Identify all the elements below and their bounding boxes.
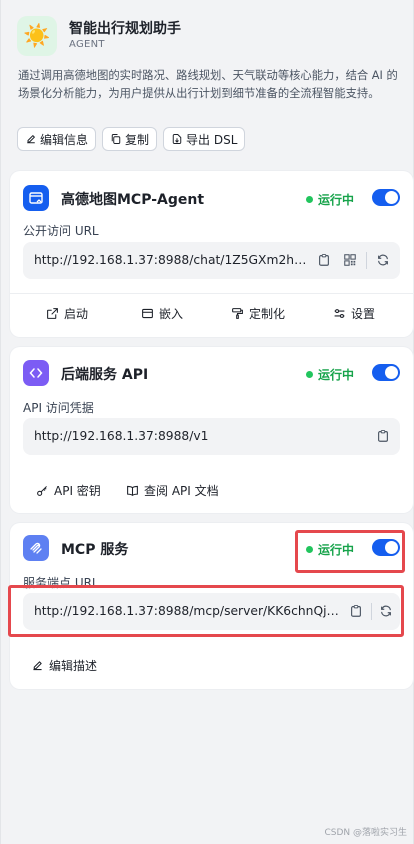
webapp-card-actions: 启动 嵌入 定制化 设置: [10, 305, 413, 325]
edit-description-label: 编辑描述: [49, 659, 98, 673]
webapp-icon: [23, 185, 49, 211]
clipboard-icon[interactable]: [348, 603, 364, 619]
api-card: 后端服务 API 运行中 API 访问凭据 http://192.168.1.3…: [10, 347, 413, 513]
mcp-field-label: 服务端点 URL: [23, 576, 99, 590]
external-link-icon: [47, 308, 58, 319]
api-docs-button[interactable]: 查阅 API 文档: [126, 482, 219, 499]
refresh-icon[interactable]: [375, 252, 391, 268]
key-icon: [37, 486, 47, 496]
api-status-badge: 运行中: [305, 366, 354, 383]
qrcode-icon[interactable]: [342, 252, 358, 268]
api-toggle[interactable]: [372, 364, 400, 381]
watermark: CSDN @落啦实习生: [324, 828, 407, 838]
mcp-card-title: MCP 服务: [61, 542, 129, 558]
launch-button[interactable]: 启动: [46, 305, 88, 322]
export-dsl-button[interactable]: 导出 DSL: [163, 127, 246, 151]
api-icon: [23, 360, 49, 386]
app-description: 通过调用高德地图的实时路况、路线规划、天气联动等核心能力，结合 AI 的场景化分…: [18, 69, 398, 100]
mcp-url: http://192.168.1.37:8988/mcp/server/KK6c…: [34, 604, 339, 618]
book-icon: [127, 485, 138, 497]
api-card-header: 后端服务 API 运行中: [23, 360, 400, 388]
webapp-card: 高德地图MCP-Agent 运行中 公开访问 URL http://192.16…: [10, 171, 413, 337]
toggle-knob: [385, 191, 398, 204]
webapp-card-header: 高德地图MCP-Agent 运行中: [23, 185, 400, 213]
app-title: 智能出行规划助手: [69, 21, 181, 37]
launch-label: 启动: [64, 307, 89, 321]
app-actions: 编辑信息 复制 导出 DSL: [17, 127, 246, 151]
export-dsl-label: 导出 DSL: [186, 132, 238, 147]
webapp-status-text: 运行中: [317, 193, 354, 207]
app-type-label: AGENT: [69, 39, 105, 50]
customize-label: 定制化: [249, 307, 286, 321]
sliders-icon: [334, 309, 345, 318]
api-card-actions: API 密钥 查阅 API 文档: [10, 482, 413, 502]
mcp-card: MCP 服务 运行中 服务端点 URL http://192.168.1.37:…: [10, 523, 413, 689]
mcp-status-text: 运行中: [317, 543, 354, 557]
settings-label: 设置: [351, 307, 376, 321]
app-header: ☀️ 智能出行规划助手 AGENT: [17, 16, 397, 56]
api-field-label: API 访问凭据: [23, 401, 94, 415]
toggle-knob: [385, 366, 398, 379]
api-url: http://192.168.1.37:8988/v1: [34, 429, 209, 443]
edit-description-button[interactable]: 编辑描述: [31, 657, 97, 674]
webapp-url: http://192.168.1.37:8988/chat/1Z5GXm2hgl…: [34, 253, 309, 267]
status-dot-icon: [305, 196, 313, 203]
webapp-card-title: 高德地图MCP-Agent: [61, 192, 205, 208]
settings-button[interactable]: 设置: [333, 305, 375, 322]
customize-button[interactable]: 定制化: [231, 305, 285, 322]
status-dot-icon: [305, 371, 313, 378]
webapp-status-badge: 运行中: [305, 191, 354, 208]
url-separator: [366, 252, 367, 269]
mcp-card-header: MCP 服务 运行中: [23, 535, 400, 563]
card-divider: [10, 293, 413, 294]
status-dot-icon: [305, 546, 313, 553]
clipboard-icon[interactable]: [375, 428, 391, 444]
webapp-toggle[interactable]: [372, 189, 400, 206]
embed-button[interactable]: 嵌入: [141, 305, 183, 322]
toggle-knob: [385, 541, 398, 554]
clipboard-icon[interactable]: [316, 252, 332, 268]
mcp-toggle[interactable]: [372, 539, 400, 556]
window-icon: [142, 308, 153, 319]
pencil-icon: [27, 135, 35, 144]
copy-button[interactable]: 复制: [102, 127, 158, 151]
copy-icon: [111, 134, 121, 144]
sun-icon: ☀️: [23, 23, 51, 49]
refresh-icon[interactable]: [378, 603, 394, 619]
mcp-icon: [23, 535, 49, 561]
pencil-icon: [33, 661, 42, 671]
paint-roller-icon: [232, 308, 243, 319]
api-key-button[interactable]: API 密钥: [36, 482, 101, 499]
mcp-url-box: http://192.168.1.37:8988/mcp/server/KK6c…: [23, 593, 400, 630]
export-icon: [172, 134, 182, 144]
api-key-label: API 密钥: [54, 484, 101, 498]
embed-label: 嵌入: [159, 307, 184, 321]
url-separator: [371, 603, 372, 620]
app-overview-panel: ☀️ 智能出行规划助手 AGENT 通过调用高德地图的实时路况、路线规划、天气联…: [0, 0, 414, 844]
api-status-text: 运行中: [317, 368, 354, 382]
copy-label: 复制: [125, 132, 150, 147]
mcp-status-badge: 运行中: [305, 541, 354, 558]
edit-info-label: 编辑信息: [40, 132, 89, 147]
app-avatar: ☀️: [17, 16, 57, 56]
edit-info-button[interactable]: 编辑信息: [17, 127, 97, 151]
mcp-card-actions: 编辑描述: [10, 657, 413, 677]
api-url-box: http://192.168.1.37:8988/v1: [23, 418, 400, 455]
api-card-title: 后端服务 API: [61, 367, 149, 383]
api-docs-label: 查阅 API 文档: [144, 484, 219, 498]
webapp-field-label: 公开访问 URL: [23, 224, 99, 238]
webapp-url-box: http://192.168.1.37:8988/chat/1Z5GXm2hgl…: [23, 242, 400, 279]
